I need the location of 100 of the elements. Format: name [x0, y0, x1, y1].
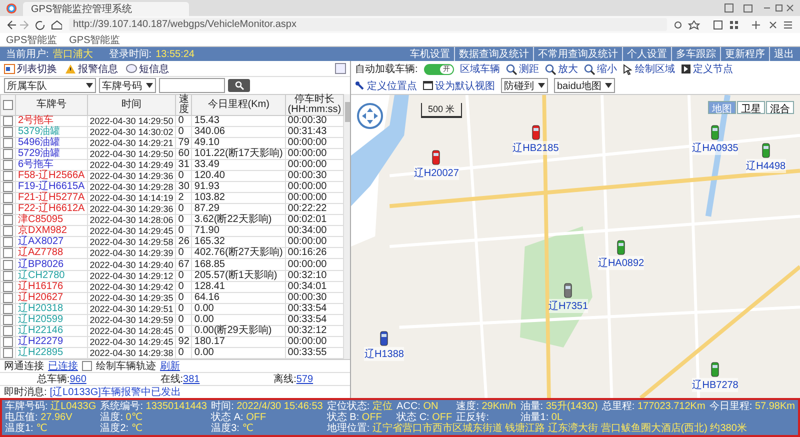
row-checkbox[interactable] — [3, 149, 13, 160]
plate-cell[interactable]: 2号拖车 — [16, 116, 88, 127]
vehicle-label[interactable]: 辽HB7278 — [692, 378, 738, 392]
plate-cell[interactable]: F22-辽H6612A — [16, 204, 88, 215]
map-type-tab[interactable]: 卫星 — [737, 101, 765, 114]
panel-tool-button[interactable]: 短信息 — [126, 62, 169, 76]
car-icon[interactable] — [762, 143, 770, 158]
vehicle-label[interactable]: 辽HA0935 — [692, 141, 738, 156]
mileage-cell: 340.06 — [192, 126, 286, 138]
panel-tool-button[interactable]: 列表切换 — [4, 62, 57, 76]
row-checkbox[interactable] — [3, 292, 13, 303]
map-tool-button[interactable]: 定义节点 — [680, 62, 733, 76]
map-tool-button[interactable]: 放大 — [544, 62, 578, 76]
plate-cell[interactable]: 辽H22279 — [16, 336, 88, 348]
panel-tool-button[interactable]: 报警信息 — [65, 62, 118, 76]
select-all-checkbox[interactable] — [3, 100, 13, 110]
car-icon[interactable] — [617, 240, 625, 256]
address-field[interactable]: http://39.107.140.187/webgps/VehicleMonitor.aspx — [69, 18, 667, 31]
row-checkbox[interactable] — [3, 127, 13, 138]
map-tool-button[interactable]: 绘制区域 — [622, 62, 675, 76]
header-link[interactable]: 数据查询及统计 — [454, 47, 529, 61]
row-checkbox[interactable] — [3, 237, 13, 248]
plate-cell[interactable]: F19-辽H6615A — [16, 182, 88, 193]
message-text: [辽L0133G]车辆报警中已发出 — [50, 386, 181, 399]
car-icon[interactable] — [711, 125, 720, 140]
row-checkbox[interactable] — [3, 182, 13, 192]
row-checkbox[interactable] — [3, 270, 13, 281]
row-checkbox[interactable] — [3, 326, 13, 336]
plate-cell[interactable]: 5496油罐 — [16, 138, 88, 149]
row-checkbox[interactable] — [3, 116, 13, 126]
column-header[interactable]: 今日里程(Km) — [192, 94, 286, 116]
vehicle-label[interactable]: 辽HA0892 — [598, 256, 644, 270]
track-checkbox[interactable] — [82, 361, 92, 371]
header-link[interactable]: 更新程序 — [720, 47, 765, 61]
vehicle-label[interactable]: 辽H4498 — [746, 159, 786, 174]
plate-cell[interactable]: 辽AX8027 — [16, 236, 88, 248]
row-checkbox[interactable] — [3, 248, 13, 258]
search-button[interactable] — [228, 79, 250, 92]
plate-cell[interactable]: F21-辽H5277A — [16, 192, 88, 204]
row-checkbox[interactable] — [3, 204, 13, 214]
header-link[interactable]: 个人设置 — [622, 47, 667, 61]
fleet-select[interactable]: 所属车队 — [4, 78, 96, 93]
column-header[interactable]: 停车时长(HH:mm:ss) — [285, 94, 344, 116]
plate-cell[interactable]: 京DXM982 — [16, 226, 88, 237]
map-tool-button[interactable]: 缩小 — [584, 62, 617, 76]
vehicle-label[interactable]: 辽H7351 — [548, 298, 588, 313]
column-header[interactable]: 时间 — [87, 94, 176, 116]
vehicle-label[interactable]: 辽H1388 — [364, 347, 404, 362]
plate-cell[interactable]: 辽H16176 — [16, 281, 88, 292]
bookmark-link[interactable]: GPS智能监 — [6, 32, 58, 46]
row-checkbox[interactable] — [3, 348, 13, 358]
row-checkbox[interactable] — [3, 314, 13, 325]
plate-cell[interactable]: 津C85095 — [16, 214, 88, 226]
row-checkbox[interactable] — [3, 160, 13, 170]
bookmark-link[interactable]: GPS智能监 — [69, 32, 120, 46]
refresh-link[interactable]: 刷新 — [160, 359, 180, 373]
row-checkbox[interactable] — [3, 215, 13, 226]
vehicle-label[interactable]: 辽HB2185 — [512, 141, 559, 156]
column-header[interactable]: 速度 — [176, 94, 192, 116]
header-link[interactable]: 多车跟踪 — [671, 47, 716, 61]
row-checkbox[interactable] — [3, 171, 13, 182]
collapse-icon[interactable] — [335, 63, 346, 74]
car-icon[interactable] — [711, 362, 720, 377]
map-tool-button[interactable]: 设为默认视图 — [423, 78, 495, 92]
browser-tab[interactable]: GPS智能监控管理系统 — [23, 2, 189, 16]
plate-cell[interactable]: 辽AZ7788 — [16, 248, 88, 259]
map-tool-button[interactable]: 测距 — [506, 62, 539, 76]
row-checkbox[interactable] — [3, 193, 13, 204]
plate-cell[interactable]: F58-辽H2566A — [16, 170, 88, 182]
scrollbar[interactable] — [344, 94, 350, 359]
map-type-tab[interactable]: 混合 — [766, 101, 794, 114]
plate-cell[interactable]: 5729油罐 — [16, 148, 88, 160]
nav-buttons-icon[interactable] — [6, 20, 62, 30]
vehicle-label[interactable]: 辽H20027 — [414, 166, 459, 180]
search-field[interactable] — [159, 78, 225, 93]
plate-cell[interactable]: 辽BP8026 — [16, 258, 88, 270]
header-link[interactable]: 不常用查询及统计 — [533, 47, 618, 61]
row-checkbox[interactable] — [3, 138, 13, 148]
header-link[interactable]: 车机设置 — [406, 47, 450, 61]
toolbar-icons-icon[interactable] — [674, 20, 794, 30]
plate-cell[interactable]: 辽H20627 — [16, 292, 88, 304]
connection-status-link[interactable]: 已连接 — [48, 359, 78, 373]
row-checkbox[interactable] — [3, 304, 13, 314]
car-icon[interactable] — [532, 125, 540, 140]
row-checkbox[interactable] — [3, 282, 13, 292]
field-select[interactable]: 车牌号码 — [99, 78, 156, 93]
row-checkbox[interactable] — [3, 226, 13, 236]
map-select[interactable]: 防碰到 — [501, 78, 548, 93]
car-icon[interactable] — [432, 150, 440, 165]
column-header[interactable]: 车牌号 — [16, 94, 88, 116]
header-link[interactable]: 退出 — [769, 47, 794, 61]
map-tool-button[interactable]: 定义位置点 — [355, 78, 417, 92]
car-icon[interactable] — [564, 282, 572, 298]
row-checkbox[interactable] — [3, 260, 13, 270]
map-select[interactable]: baidu地图 — [554, 78, 616, 93]
car-icon[interactable] — [380, 331, 388, 346]
map-tool-button[interactable]: 区域车辆 — [460, 62, 500, 76]
plate-cell[interactable]: 6号拖车 — [16, 160, 88, 171]
window-controls-icon[interactable] — [724, 3, 794, 13]
row-checkbox[interactable] — [3, 336, 13, 347]
